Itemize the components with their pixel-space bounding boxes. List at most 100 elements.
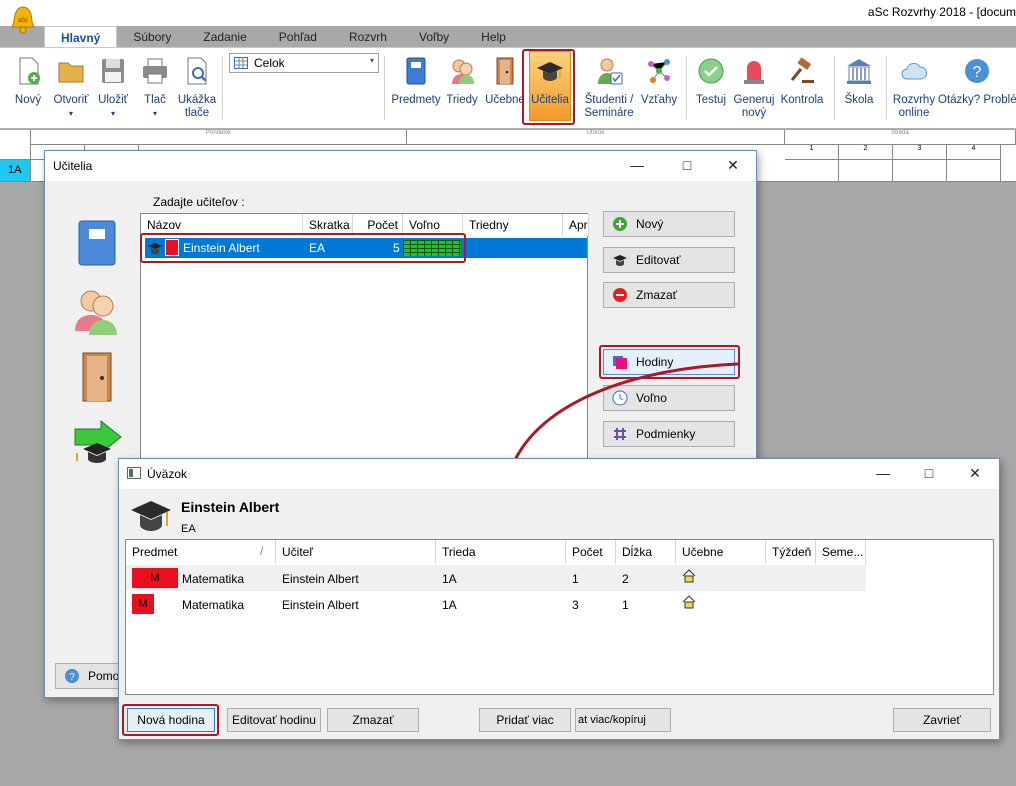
testuj-label: Testuj	[695, 94, 727, 106]
question-icon: ?	[965, 59, 989, 83]
tab-subory[interactable]: Súbory	[117, 26, 187, 48]
skola-button[interactable]: Škola	[840, 56, 878, 107]
minimize-icon[interactable]: —	[627, 157, 647, 173]
subject-name: Matematika	[182, 572, 245, 586]
rozvrhy-online-label: Rozvrhy online	[892, 94, 936, 119]
lesson-length: 2	[622, 572, 629, 586]
editovat-hodinu-button[interactable]: Editovať hodinu	[227, 708, 321, 732]
timetable-cell[interactable]	[839, 160, 893, 182]
tab-hlavny[interactable]: Hlavný	[44, 26, 118, 48]
lesson-count: 1	[572, 572, 579, 586]
generuj-button[interactable]: Generuj nový	[732, 56, 776, 120]
celok-select[interactable]: Celok ▾	[229, 53, 379, 73]
novy-button[interactable]: Nový	[10, 56, 46, 107]
ribbon-separator	[886, 56, 887, 120]
network-icon	[648, 59, 670, 83]
novy-button[interactable]: Nový	[603, 211, 735, 237]
app-logo-icon[interactable]: aSc	[10, 4, 36, 34]
students-icon[interactable]	[71, 285, 123, 337]
students-icon	[452, 59, 474, 84]
check-badge-icon	[698, 58, 724, 84]
otazky-button[interactable]: ? Otázky? Problé Napíšte nám	[938, 56, 1016, 107]
novy-label: Nový	[636, 217, 664, 231]
tab-zadanie[interactable]: Zadanie	[187, 26, 262, 48]
ucebne-button[interactable]: Učebne	[484, 56, 526, 107]
vztahy-label: Vzťahy	[640, 94, 678, 106]
zmazat-button[interactable]: Zmazať	[327, 708, 419, 732]
col-header-ucebne[interactable]: Učebne	[676, 540, 766, 564]
ucitelia-highlight	[522, 49, 575, 125]
table-row[interactable]: M Matematika Einstein Albert 1A 1 2	[126, 565, 866, 591]
folder-icon	[58, 62, 84, 83]
door-icon[interactable]	[77, 351, 117, 403]
rozvrhy-online-button[interactable]: Rozvrhy online	[890, 56, 938, 120]
col-header-semester[interactable]: Seme...	[816, 540, 866, 564]
predmety-button[interactable]: Predmety	[390, 56, 442, 107]
teacher-arrow-icon[interactable]	[69, 419, 125, 467]
day-header-pondelok: Pondelok	[31, 130, 407, 145]
timetable-cell[interactable]	[947, 160, 1001, 182]
window-title: aSc Rozvrhy 2018 - [docum	[867, 5, 1016, 19]
col-header-apro[interactable]: Apro	[563, 214, 589, 236]
vztahy-button[interactable]: Vzťahy	[638, 56, 680, 107]
door-icon	[496, 57, 514, 85]
class-name: 1A	[442, 572, 457, 586]
testuj-button[interactable]: Testuj	[692, 56, 730, 107]
zmazat-button[interactable]: Zmazať	[603, 282, 735, 308]
ribbon-tabs: Hlavný Súbory Zadanie Pohľad Rozvrh Voľb…	[44, 26, 522, 48]
tlac-label: Tlač	[144, 94, 166, 106]
otvorit-button[interactable]: Otvoriť ▾	[50, 56, 92, 120]
graduation-cap-icon	[131, 501, 171, 531]
teacher-name: Einstein Albert	[282, 572, 359, 586]
timetable-cell[interactable]	[893, 160, 947, 182]
minus-circle-icon	[613, 288, 627, 302]
table-row[interactable]: M Matematika Einstein Albert 1A 3 1	[126, 591, 866, 617]
subject-name: Matematika	[182, 598, 245, 612]
kopiruj-button[interactable]: at viac/kopíruj	[575, 708, 671, 732]
editovat-button[interactable]: Editovať	[603, 247, 735, 273]
ulozit-button[interactable]: Uložiť ▾	[94, 56, 132, 120]
triedy-button[interactable]: Triedy	[444, 56, 480, 107]
col-header-predmet[interactable]: Predmet /	[126, 540, 276, 564]
row-label-1a[interactable]: 1A	[0, 160, 31, 182]
lesson-length: 1	[622, 598, 629, 612]
zavriet-button[interactable]: Zavrieť	[893, 708, 991, 732]
book-icon[interactable]	[75, 219, 119, 267]
ucebne-label: Učebne	[485, 94, 525, 106]
ribbon-separator	[384, 56, 385, 120]
tlac-button[interactable]: Tlač ▾	[138, 56, 172, 120]
timetable-cell[interactable]	[785, 160, 839, 182]
tab-volby[interactable]: Voľby	[403, 26, 465, 48]
col-header-tyzden[interactable]: Týždeň	[766, 540, 816, 564]
col-header-trieda[interactable]: Trieda	[436, 540, 566, 564]
table-icon	[234, 57, 248, 69]
pridat-viac-button[interactable]: Pridať viac	[479, 708, 571, 732]
svg-text:?: ?	[69, 672, 75, 683]
day-header-streda: Streda	[785, 130, 1016, 145]
plus-circle-icon	[613, 217, 627, 231]
ukazka-tlace-button[interactable]: Ukážka tlače	[176, 56, 218, 120]
chevron-down-icon: ▾	[152, 109, 157, 118]
timetable-corner	[0, 130, 31, 160]
tab-rozvrh[interactable]: Rozvrh	[333, 26, 403, 48]
help-icon: ?	[65, 669, 79, 683]
col-header-ucitel[interactable]: Učiteľ	[276, 540, 436, 564]
kontrola-label: Kontrola	[780, 94, 824, 106]
close-icon[interactable]: ✕	[723, 157, 743, 174]
maximize-icon[interactable]: □	[919, 465, 939, 481]
tab-help[interactable]: Help	[465, 26, 522, 48]
ribbon-separator	[222, 56, 223, 120]
studenti-button[interactable]: Študenti / Semináre	[580, 56, 638, 120]
col-header-triedny[interactable]: Triedny	[463, 214, 563, 236]
tab-pohlad[interactable]: Pohľad	[263, 26, 333, 48]
kontrola-button[interactable]: Kontrola	[778, 56, 826, 107]
teacher-row-highlight	[140, 233, 466, 263]
maximize-icon[interactable]: □	[677, 157, 697, 173]
minimize-icon[interactable]: —	[873, 465, 893, 481]
lessons-grid[interactable]: Predmet / Učiteľ Trieda Počet Dĺžka Učeb…	[125, 539, 994, 695]
close-icon[interactable]: ✕	[965, 465, 985, 482]
col-header-pocet[interactable]: Počet	[566, 540, 616, 564]
school-building-icon	[847, 59, 871, 84]
ucitelia-prompt: Zadajte učiteľov :	[153, 195, 245, 209]
col-header-dlzka[interactable]: Dĺžka	[616, 540, 676, 564]
